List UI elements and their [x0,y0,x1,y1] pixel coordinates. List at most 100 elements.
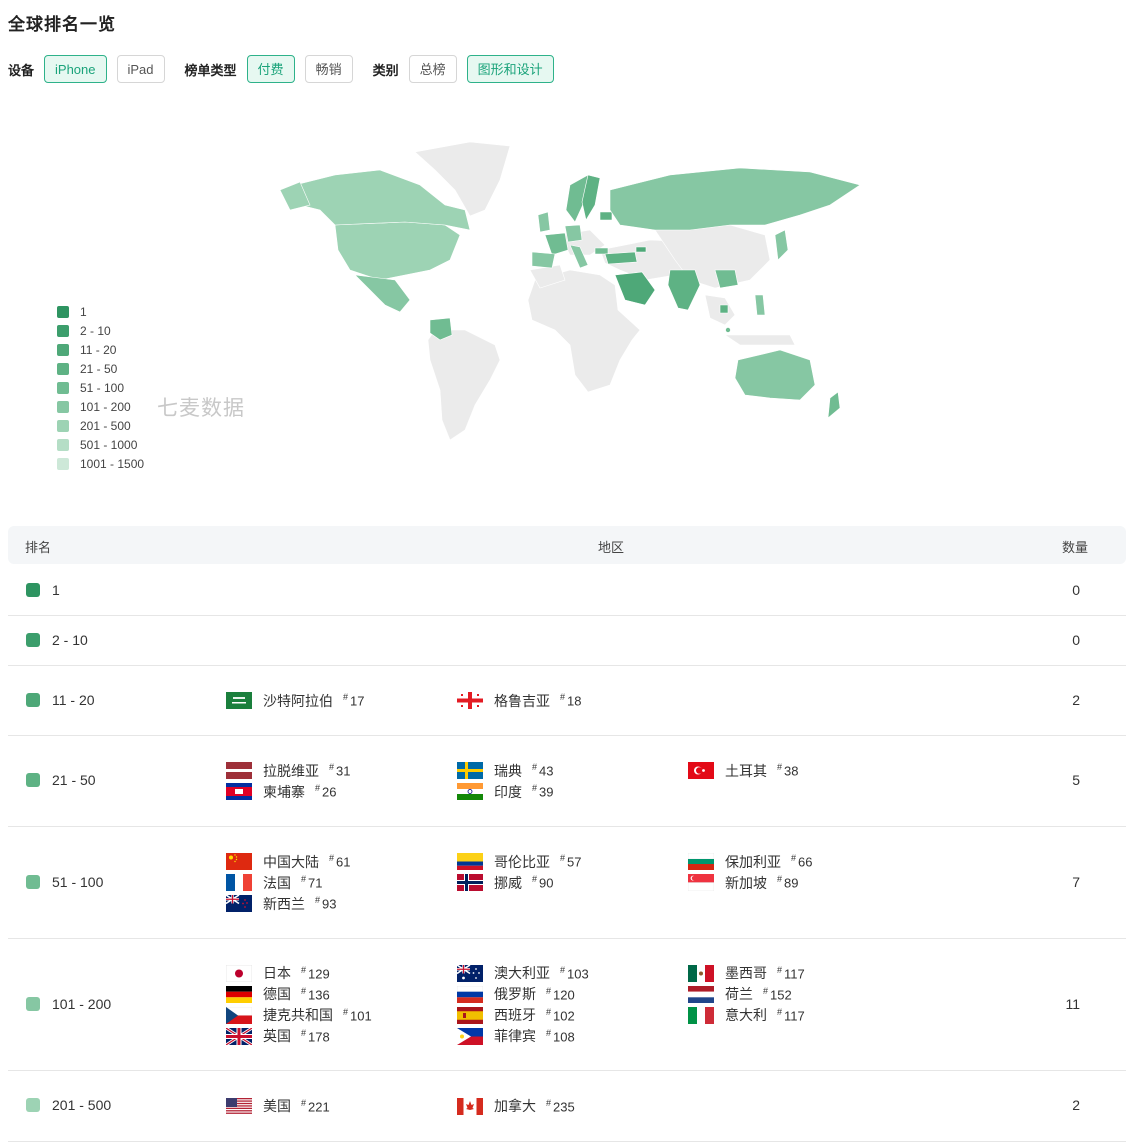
region-rank: #152 [763,986,792,1002]
rank-hash-symbol: # [777,1006,783,1017]
region-item[interactable]: 俄罗斯 #120 [456,984,575,1005]
legend-item[interactable]: 2 - 10 [57,321,144,340]
list-paid-button[interactable]: 付费 [246,55,295,83]
region-rank-value: 38 [784,763,799,779]
legend-item[interactable]: 51 - 100 [57,378,144,397]
region-rank-value: 89 [784,875,799,891]
saudi-arabia-flag-icon [226,692,252,709]
germany-flag-icon [226,985,252,1003]
region-item[interactable]: 法国 #71 [226,872,322,893]
table-row: 51 - 100 7 中国大陆 #61 法国 #71 新西兰 #93 哥伦比亚 #57 挪威 #90 保… [8,827,1126,939]
rank-range-label: 11 - 20 [52,691,95,708]
region-name: 西班牙 [494,1007,536,1023]
region-rank: #102 [546,1007,575,1023]
region-name: 拉脱维亚 [263,762,319,779]
region-item[interactable]: 英国 #178 [225,1026,330,1047]
rank-range-cell: 51 - 100 [26,874,103,890]
region-item[interactable]: 日本 #129 [225,963,330,984]
italy-flag-icon [688,1006,714,1024]
sweden-flag-icon [457,762,483,779]
region-item[interactable]: 沙特阿拉伯 #17 [226,690,364,711]
rank-range-cell: 11 - 20 [26,692,95,708]
rank-hash-symbol: # [343,692,349,703]
region-rank-value: 71 [308,875,323,891]
legend-label: 11 - 20 [80,342,117,357]
list-grossing-button[interactable]: 畅销 [304,55,353,83]
rank-range-cell: 101 - 200 [26,996,111,1012]
legend-item[interactable]: 1 [57,302,144,321]
region-item[interactable]: 哥伦比亚 #57 [457,851,581,872]
region-item[interactable]: 格鲁吉亚 #18 [457,690,581,711]
rank-color-swatch [26,996,40,1011]
rank-hash-symbol: # [777,874,783,885]
france-flag-icon [226,874,252,891]
region-item[interactable]: 中国大陆 #61 [226,851,350,872]
legend-swatch [57,457,69,470]
legend-item[interactable]: 201 - 500 [57,416,144,435]
rank-color-swatch [26,632,40,647]
bulgaria-flag-icon [687,852,715,870]
legend-item[interactable]: 1001 - 1500 [57,454,144,473]
region-item[interactable]: 新加坡 #89 [687,872,799,893]
legend-item[interactable]: 501 - 1000 [57,435,144,454]
region-rank-value: 136 [308,987,330,1003]
region-rank: #39 [532,783,553,799]
rank-range-label: 21 - 50 [52,772,96,788]
region-count: 2 [1072,1097,1080,1113]
region-rank: #26 [315,783,336,799]
world-map[interactable] [270,130,870,450]
region-name: 法国 [263,874,291,891]
legend-item[interactable]: 101 - 200 [57,397,144,416]
rank-hash-symbol: # [343,1006,349,1017]
region-rank-value: 102 [553,1008,575,1024]
region-item[interactable]: 德国 #136 [226,984,330,1005]
region-item[interactable]: 菲律宾 #108 [457,1026,575,1047]
rank-range-cell: 201 - 500 [26,1097,111,1113]
region-item[interactable]: 挪威 #90 [457,872,553,893]
georgia-flag-icon [457,692,483,709]
region-item[interactable]: 西班牙 #102 [457,1005,575,1026]
rank-hash-symbol: # [315,783,321,794]
region-item[interactable]: 土耳其 #38 [688,760,798,781]
region-item[interactable]: 墨西哥 #117 [688,963,805,984]
region-name: 澳大利亚 [494,965,550,981]
region-item[interactable]: 保加利亚 #66 [687,851,812,872]
region-rank: #101 [343,1007,372,1023]
legend-item[interactable]: 21 - 50 [57,359,144,378]
page-title: 全球排名一览 [8,15,116,34]
device-ipad-button[interactable]: iPad [116,55,165,83]
region-item[interactable]: 新西兰 #93 [225,893,336,914]
region-name: 印度 [494,783,522,800]
region-name: 土耳其 [725,762,767,779]
region-rank-value: 235 [553,1099,575,1115]
category-graphics-design-button[interactable]: 图形和设计 [466,55,554,83]
region-rank: #117 [777,1007,805,1023]
region-item[interactable]: 荷兰 #152 [688,984,792,1005]
region-item[interactable]: 印度 #39 [457,781,553,802]
region-item[interactable]: 加拿大 #235 [457,1096,575,1117]
region-rank: #103 [560,965,589,981]
region-item[interactable]: 瑞典 #43 [457,760,553,781]
legend-swatch [57,419,69,432]
region-item[interactable]: 捷克共和国 #101 [225,1005,372,1026]
region-rank: #57 [560,853,581,869]
legend-item[interactable]: 11 - 20 [57,340,144,359]
legend-swatch [57,324,69,337]
region-rank-value: 178 [308,1029,330,1045]
device-iphone-button[interactable]: iPhone [44,55,107,83]
category-overall-button[interactable]: 总榜 [408,55,457,83]
legend-label: 21 - 50 [80,361,118,376]
rank-hash-symbol: # [301,964,307,975]
region-rank: #66 [791,853,812,869]
table-row: 10 [8,566,1126,616]
region-item[interactable]: 柬埔寨 #26 [226,781,336,802]
region-item[interactable]: 意大利 #117 [688,1005,805,1026]
rank-column-header: 排名 [25,540,52,555]
region-item[interactable]: 美国 #221 [226,1096,330,1117]
region-item[interactable]: 澳大利亚 #103 [456,963,589,984]
region-name: 捷克共和国 [263,1007,333,1023]
rank-hash-symbol: # [546,985,552,996]
rank-hash-symbol: # [532,874,538,885]
region-item[interactable]: 拉脱维亚 #31 [226,760,350,781]
region-name: 日本 [263,965,291,981]
